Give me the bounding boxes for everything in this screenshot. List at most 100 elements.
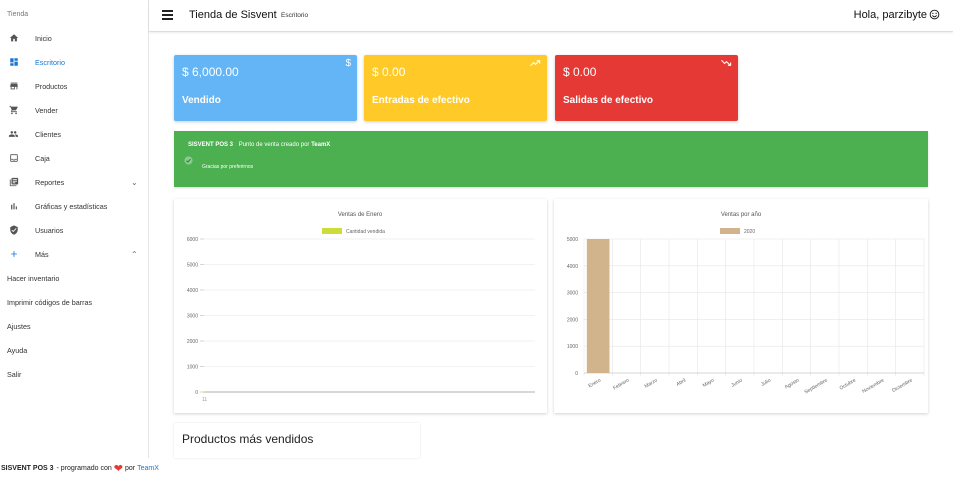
sidebar-item-salir[interactable]: Salir (0, 365, 149, 383)
sidebar-item-codigos[interactable]: Imprimir códigos de barras (0, 293, 149, 311)
cart-icon (8, 105, 19, 116)
y-tick-label: 1000 (187, 365, 198, 371)
dashboard-icon (8, 57, 19, 68)
chart-title: Ventas de Enero (338, 212, 383, 218)
plus-icon (8, 249, 19, 260)
sidebar-item-usuarios[interactable]: Usuarios (0, 221, 149, 239)
legend-swatch (322, 228, 342, 234)
sidebar-item-productos[interactable]: Productos (0, 77, 149, 95)
x-tick-label: Julio (760, 377, 772, 387)
sidebar-item-label: Vender (35, 105, 58, 115)
shield-user-icon (8, 225, 19, 236)
y-tick-label: 6000 (187, 237, 198, 243)
y-tick-label: 4000 (187, 288, 198, 294)
sidebar-item-vender[interactable]: Vender (0, 101, 149, 119)
data-point (203, 391, 205, 393)
y-tick-label: 5000 (187, 263, 198, 269)
smile-icon[interactable] (929, 9, 940, 20)
chevron-up-icon[interactable]: ⌃ (131, 250, 138, 259)
sidebar-item-label: Ajustes (7, 321, 31, 331)
card-entradas: $ 0.00 Entradas de efectivo (364, 55, 547, 121)
bar-chart-icon (8, 201, 19, 212)
legend-swatch (720, 228, 740, 234)
sidebar-item-reportes[interactable]: Reportes ⌄ (0, 173, 149, 191)
sidebar-item-label: Inicio (35, 33, 52, 43)
footer: SISVENT POS 3 - programado con ❤ por Tea… (0, 458, 953, 478)
x-tick-label: 11 (202, 397, 207, 403)
sidebar-item-label: Salir (7, 369, 22, 379)
sidebar-item-label: Imprimir códigos de barras (7, 297, 93, 307)
card-label: Vendido (182, 95, 221, 106)
footer-brand: SISVENT POS 3 (1, 464, 54, 472)
trending-down-icon (721, 59, 732, 66)
chart-ventas-mes: Ventas de Enero Cantidad vendida 0 1000 2000… (187, 212, 535, 403)
section-title: Productos más vendidos (182, 432, 314, 446)
y-tick-label: 3000 (567, 291, 578, 297)
footer-link[interactable]: TeamX (137, 465, 159, 472)
legend-label: Cantidad vendida (346, 229, 385, 235)
x-tick-label: Febrero (612, 377, 630, 391)
x-tick-label: Septiembre (804, 377, 829, 395)
sidebar-item-escritorio[interactable]: Escritorio (0, 53, 149, 71)
sidebar-item-ajustes[interactable]: Ajustes (0, 317, 149, 335)
heart-icon: ❤ (113, 462, 124, 475)
people-icon (8, 129, 19, 140)
trending-up-icon (530, 60, 541, 67)
sidebar-item-label: Hacer inventario (7, 273, 60, 283)
x-tick-label: Diciembre (891, 377, 914, 394)
x-tick-label: Enero (587, 377, 602, 389)
bar (586, 239, 610, 373)
y-tick-label: 4000 (567, 264, 578, 270)
sidebar-item-label: Usuarios (35, 225, 64, 235)
cash-box-icon (8, 153, 19, 164)
sidebar-item-caja[interactable]: Caja (0, 149, 149, 167)
y-tick-label: 2000 (567, 317, 578, 323)
y-tick-label: 1000 (567, 344, 578, 350)
reports-icon (8, 177, 19, 188)
sidebar-item-inicio[interactable]: Inicio (0, 29, 149, 47)
sidebar-item-ayuda[interactable]: Ayuda (0, 341, 149, 359)
x-tick-label: Octubre (839, 377, 858, 391)
sidebar-item-inventario[interactable]: Hacer inventario (0, 269, 149, 287)
card-label: Entradas de efectivo (372, 95, 470, 106)
y-tick-label: 2000 (187, 339, 198, 345)
sidebar-item-label: Escritorio (35, 57, 65, 67)
sidebar-item-label: Reportes (35, 177, 65, 187)
top-products-card: Productos más vendidos (174, 423, 420, 458)
info-banner: SISVENT POS 3 Punto de venta creado por … (174, 131, 928, 187)
chart-ventas-anio-panel: Ventas por año 2020 0 1000 2000 3000 4000 5000 E… (554, 199, 928, 413)
sidebar-item-mas[interactable]: Más ⌃ (0, 245, 149, 263)
footer-text: - programado con (56, 464, 112, 472)
sidebar-item-graficas[interactable]: Gráficas y estadísticas (0, 197, 149, 215)
x-tick-label: Marzo (644, 377, 659, 389)
chart-ventas-mes-panel: Ventas de Enero Cantidad vendida 0 1000 2000… (174, 199, 547, 413)
banner-author: TeamX (311, 142, 331, 148)
user-greeting[interactable]: Hola, parzibyte (854, 9, 927, 21)
y-tick-label: 5000 (567, 237, 578, 243)
banner-text: SISVENT POS 3 Punto de venta creado por … (188, 142, 334, 148)
x-tick-label: Agosto (784, 377, 801, 390)
legend-label: 2020 (744, 229, 755, 235)
y-tick-label: 3000 (187, 314, 198, 320)
check-circle-icon (184, 156, 193, 165)
store-icon (8, 81, 19, 92)
x-tick-label: Noviembre (861, 377, 885, 394)
x-tick-label: Abril (675, 378, 687, 388)
card-value: $ 0.00 (563, 65, 597, 79)
sidebar-item-label: Ayuda (7, 345, 28, 355)
home-icon (8, 33, 19, 44)
card-value: $ 0.00 (372, 65, 406, 79)
chevron-down-icon[interactable]: ⌄ (131, 178, 138, 187)
page-subtitle: Escritorio (281, 12, 309, 19)
x-tick-label: Mayo (702, 377, 716, 388)
sidebar-item-label: Gráficas y estadísticas (35, 201, 108, 211)
card-label: Salidas de efectivo (563, 95, 654, 106)
menu-icon[interactable] (162, 10, 173, 20)
banner-subtext: Gracias por preferirnos (202, 164, 254, 170)
sidebar-item-label: Más (35, 249, 49, 259)
banner-brand: SISVENT POS 3 (188, 142, 234, 148)
sidebar-item-label: Productos (35, 81, 68, 91)
x-tick-label: Junio (730, 377, 744, 388)
sidebar-item-clientes[interactable]: Clientes (0, 125, 149, 143)
sidebar-item-label: Caja (35, 153, 50, 163)
